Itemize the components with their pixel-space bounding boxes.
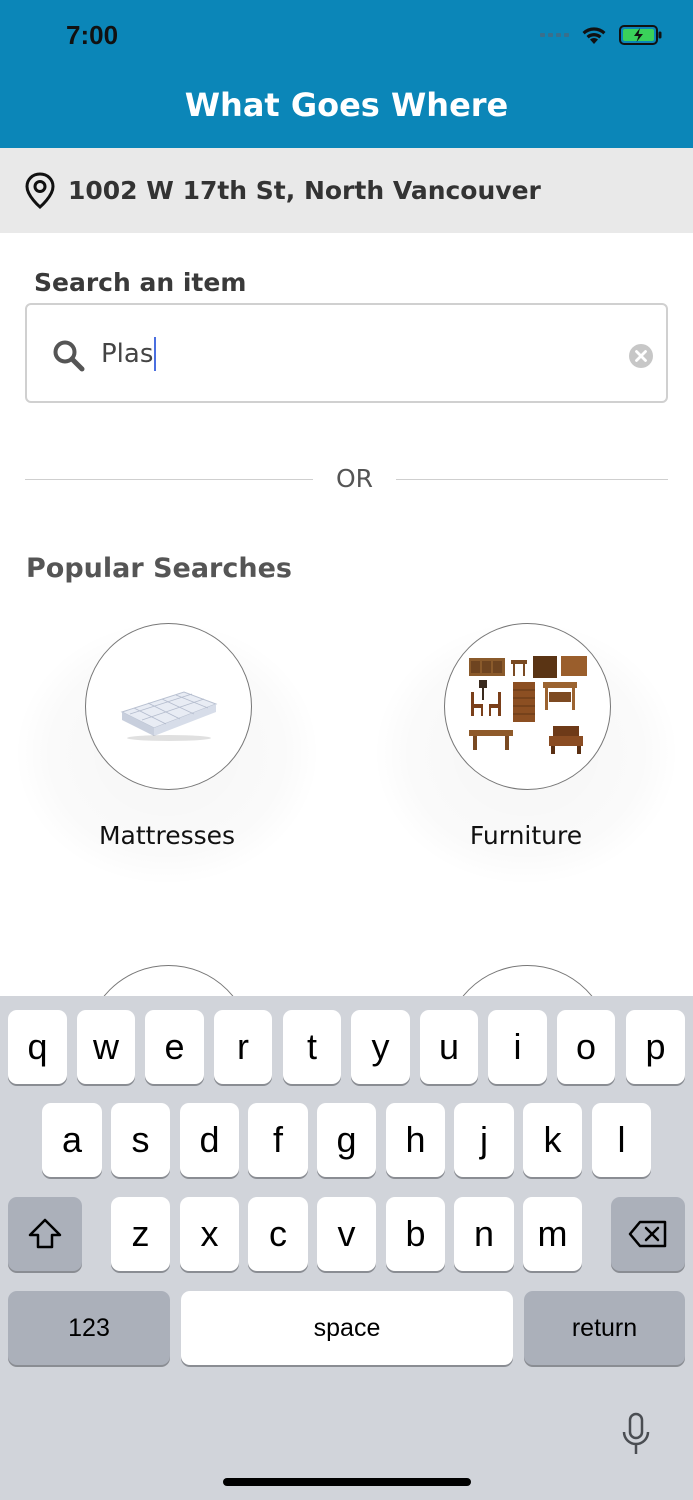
key-r[interactable]: r	[214, 1010, 272, 1084]
space-key[interactable]: space	[181, 1291, 513, 1365]
text-cursor	[154, 337, 157, 371]
search-input-value: Plas	[101, 339, 154, 369]
popular-item-label: Furniture	[469, 821, 583, 850]
key-v[interactable]: v	[317, 1197, 376, 1271]
popular-searches-title: Popular Searches	[26, 553, 292, 584]
key-b[interactable]: b	[386, 1197, 445, 1271]
search-input-box[interactable]: Plas	[25, 303, 668, 403]
key-m[interactable]: m	[523, 1197, 582, 1271]
key-e[interactable]: e	[145, 1010, 204, 1084]
key-t[interactable]: t	[283, 1010, 341, 1084]
key-s[interactable]: s	[111, 1103, 170, 1177]
popular-item-label: Mattresses	[98, 821, 236, 850]
divider-line-right	[396, 479, 668, 480]
key-y[interactable]: y	[351, 1010, 410, 1084]
backspace-icon	[628, 1220, 667, 1248]
key-k[interactable]: k	[523, 1103, 582, 1177]
backspace-key[interactable]	[611, 1197, 685, 1271]
shift-key[interactable]	[8, 1197, 82, 1271]
location-bar[interactable]: 1002 W 17th St, North Vancouver	[0, 148, 693, 233]
key-a[interactable]: a	[42, 1103, 102, 1177]
battery-icon	[619, 25, 662, 45]
search-icon	[53, 340, 85, 372]
key-x[interactable]: x	[180, 1197, 239, 1271]
key-i[interactable]: i	[488, 1010, 547, 1084]
numbers-key[interactable]: 123	[8, 1291, 170, 1365]
key-z[interactable]: z	[111, 1197, 170, 1271]
key-o[interactable]: o	[557, 1010, 615, 1084]
key-g[interactable]: g	[317, 1103, 376, 1177]
status-time: 7:00	[66, 20, 119, 50]
app-header: 7:00 What Goes Where	[0, 0, 693, 148]
key-l[interactable]: l	[592, 1103, 651, 1177]
divider-line-left	[25, 479, 313, 480]
key-f[interactable]: f	[248, 1103, 308, 1177]
furniture-image	[444, 623, 611, 790]
key-p[interactable]: p	[626, 1010, 685, 1084]
mattress-image	[85, 623, 252, 790]
page-title: What Goes Where	[184, 86, 509, 124]
key-d[interactable]: d	[180, 1103, 239, 1177]
home-indicator[interactable]	[223, 1478, 471, 1486]
popular-item-mattresses[interactable]: Mattresses	[2, 623, 332, 883]
or-label: OR	[335, 464, 374, 493]
location-address: 1002 W 17th St, North Vancouver	[68, 176, 541, 205]
return-key[interactable]: return	[524, 1291, 685, 1365]
key-c[interactable]: c	[248, 1197, 308, 1271]
location-pin-icon	[25, 171, 55, 209]
microphone-icon[interactable]	[620, 1412, 652, 1458]
key-j[interactable]: j	[454, 1103, 514, 1177]
search-input[interactable]: Plas	[101, 331, 601, 377]
wifi-icon	[582, 27, 606, 44]
key-q[interactable]: q	[8, 1010, 67, 1084]
shift-icon	[28, 1218, 62, 1249]
keyboard: q w e r t y u i o p a s d f g h j k l z …	[0, 996, 693, 1500]
key-n[interactable]: n	[454, 1197, 514, 1271]
popular-item-furniture[interactable]: Furniture	[361, 623, 691, 883]
clear-icon[interactable]	[628, 343, 654, 369]
search-label: Search an item	[34, 268, 247, 297]
key-u[interactable]: u	[420, 1010, 478, 1084]
cellular-icon	[540, 33, 569, 37]
status-icons	[540, 24, 663, 46]
key-w[interactable]: w	[77, 1010, 135, 1084]
key-h[interactable]: h	[386, 1103, 445, 1177]
